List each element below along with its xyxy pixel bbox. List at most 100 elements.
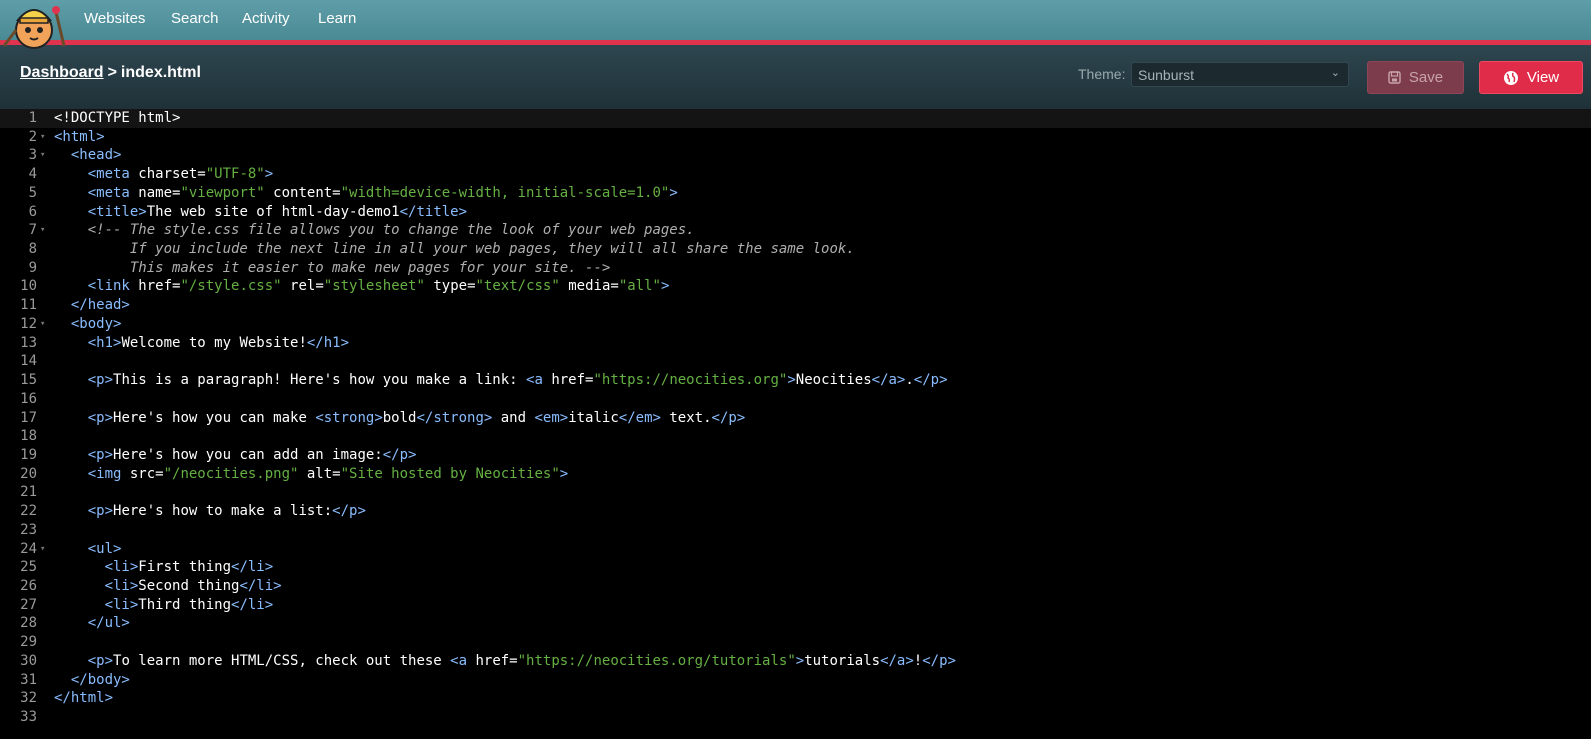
save-button[interactable]: Save [1367,61,1464,94]
code-line[interactable]: 13 <h1>Welcome to my Website!</h1> [0,334,1591,353]
breadcrumb: Dashboard > index.html [20,64,201,82]
code-line[interactable]: 33 [0,708,1591,727]
line-number: 31 [20,671,37,688]
code-line-text: This makes it easier to make new pages f… [54,259,611,276]
fold-arrow-icon[interactable]: ▾ [40,221,45,240]
code-line-text: <!DOCTYPE html> [54,110,181,126]
line-number: 14 [20,353,37,370]
code-line[interactable]: 3 ▾ <head> [0,146,1591,165]
code-line[interactable]: 28 </ul> [0,614,1591,633]
code-line[interactable]: 30 <p>To learn more HTML/CSS, check out … [0,652,1591,671]
line-number: 24 [20,540,37,557]
code-line[interactable]: 8 If you include the next line in all yo… [0,240,1591,259]
code-line[interactable]: 16 [0,390,1591,409]
line-number: 20 [20,465,37,482]
code-line[interactable]: 4 <meta charset="UTF-8"> [0,165,1591,184]
code-editor[interactable]: 1 <!DOCTYPE html> 2 ▾ <html> 3 ▾ <head> 4 <meta… [0,109,1591,739]
view-button[interactable]: View [1479,61,1583,94]
neocities-cat-logo[interactable] [0,0,72,52]
line-number: 33 [20,709,37,726]
code-line-text: <head> [70,147,122,164]
line-number: 6 [28,203,37,220]
breadcrumb-dashboard-link[interactable]: Dashboard [20,64,104,81]
line-number: 21 [20,484,37,501]
code-line[interactable]: 2 ▾ <html> [0,128,1591,147]
code-line[interactable]: 29 [0,633,1591,652]
save-icon [1388,71,1401,84]
line-number: 2 [28,128,37,145]
code-line-text: <img src="/neocities.png" alt="Site host… [87,465,569,482]
code-line[interactable]: 23 [0,521,1591,540]
line-number: 12 [20,315,37,332]
code-line[interactable]: 9 This makes it easier to make new pages… [0,259,1591,278]
code-line[interactable]: 1 <!DOCTYPE html> [0,109,1591,128]
code-line[interactable]: 20 <img src="/neocities.png" alt="Site h… [0,465,1591,484]
fold-arrow-icon[interactable]: ▾ [40,540,45,559]
line-number: 18 [20,428,37,445]
code-line[interactable]: 25 <li>First thing</li> [0,558,1591,577]
nav-link-learn[interactable]: Learn [318,10,356,27]
code-line[interactable]: 14 [0,352,1591,371]
code-line-text: <li>Second thing</li> [104,578,282,594]
code-line[interactable]: 22 <p>Here's how to make a list:</p> [0,502,1591,521]
code-line-text: <html> [54,128,105,145]
code-line-text: </html> [54,690,114,707]
code-line-text: <p>Here's how to make a list:</p> [87,503,366,520]
code-line-text: <li>First thing</li> [104,559,274,576]
line-number: 28 [20,615,37,632]
line-number: 9 [28,259,37,276]
code-line[interactable]: 5 <meta name="viewport" content="width=d… [0,184,1591,203]
code-line[interactable]: 32 </html> [0,689,1591,708]
nav-link-search[interactable]: Search [171,10,219,27]
code-line-text: <body> [70,315,122,332]
theme-select[interactable]: Sunburst ⌄ [1131,62,1349,87]
code-line[interactable]: 21 [0,483,1591,502]
chevron-down-icon: ⌄ [1330,67,1340,79]
code-line-text: </head> [70,297,130,314]
code-line[interactable]: 18 [0,427,1591,446]
code-line[interactable]: 17 <p>Here's how you can make <strong>bo… [0,409,1591,428]
line-number: 29 [20,634,37,651]
fold-arrow-icon[interactable]: ▾ [40,128,45,147]
code-line-text: <p>Here's how you can add an image:</p> [87,446,417,463]
nav-link-activity[interactable]: Activity [242,10,290,27]
code-line[interactable]: 24 ▾ <ul> [0,540,1591,559]
fold-arrow-icon[interactable]: ▾ [40,146,45,165]
code-line-text: <li>Third thing</li> [104,596,274,613]
line-number: 4 [28,166,37,183]
code-line[interactable]: 12 ▾ <body> [0,315,1591,334]
code-line[interactable]: 10 <link href="/style.css" rel="styleshe… [0,277,1591,296]
code-line[interactable]: 27 <li>Third thing</li> [0,596,1591,615]
line-number: 32 [20,690,37,707]
line-number: 10 [20,278,37,295]
line-number: 17 [20,409,37,426]
line-number: 13 [20,334,37,351]
line-number: 8 [28,241,37,258]
code-line-text: <p>To learn more HTML/CSS, check out the… [87,652,956,669]
theme-label: Theme: [1078,66,1126,82]
top-navigation-bar [0,0,1591,45]
code-line-text: <meta charset="UTF-8"> [87,166,274,183]
code-line-text: <title>The web site of html-day-demo1</t… [87,203,468,220]
line-number: 25 [20,559,37,576]
code-line-text: <p>This is a paragraph! Here's how you m… [87,372,948,389]
code-line[interactable]: 15 <p>This is a paragraph! Here's how yo… [0,371,1591,390]
code-line-text: <meta name="viewport" content="width=dev… [87,184,678,201]
code-line[interactable]: 31 </body> [0,671,1591,690]
globe-icon [1503,70,1518,85]
line-number: 30 [20,652,37,669]
line-number: 23 [20,521,37,538]
code-line-text: </ul> [87,615,130,632]
line-number: 26 [20,578,37,594]
fold-arrow-icon[interactable]: ▾ [40,315,45,334]
code-line[interactable]: 7 ▾ <!-- The style.css file allows you to… [0,221,1591,240]
code-line[interactable]: 6 <title>The web site of html-day-demo1<… [0,203,1591,222]
code-line-text: </body> [70,671,130,688]
code-line[interactable]: 19 <p>Here's how you can add an image:</… [0,446,1591,465]
line-number: 5 [28,184,37,201]
code-line[interactable]: 26 <li>Second thing</li> [0,577,1591,596]
code-line[interactable]: 11 </head> [0,296,1591,315]
nav-link-websites[interactable]: Websites [84,10,145,27]
save-button-label: Save [1408,69,1444,86]
line-number: 22 [20,503,37,520]
